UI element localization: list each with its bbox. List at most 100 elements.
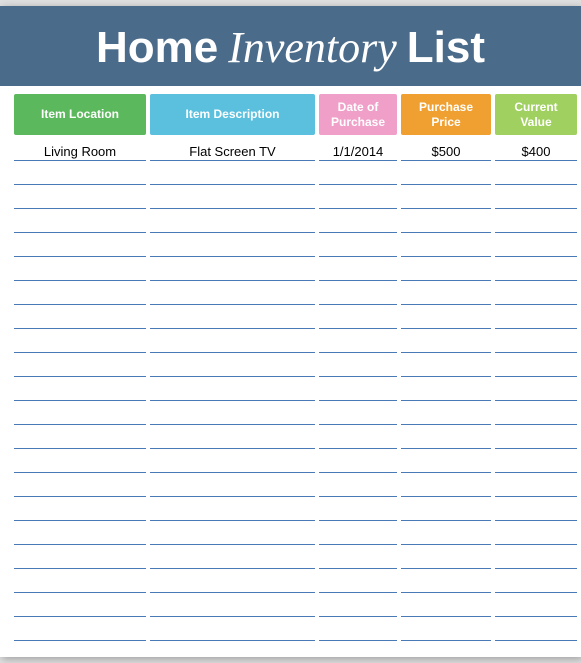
cell-value xyxy=(495,355,577,377)
cell-description xyxy=(150,379,315,401)
table-row xyxy=(14,211,567,233)
cell-price xyxy=(401,571,491,593)
column-headers: Item LocationItem DescriptionDate of Pur… xyxy=(14,94,567,135)
cell-value xyxy=(495,571,577,593)
cell-price xyxy=(401,331,491,353)
cell-value xyxy=(495,211,577,233)
cell-description: Flat Screen TV xyxy=(150,139,315,161)
page-title: Home Inventory List xyxy=(20,24,561,72)
cell-value xyxy=(495,523,577,545)
cell-price xyxy=(401,427,491,449)
table-row xyxy=(14,595,567,617)
cell-location: Living Room xyxy=(14,139,146,161)
table-row xyxy=(14,403,567,425)
cell-location xyxy=(14,403,146,425)
cell-value xyxy=(495,307,577,329)
cell-location xyxy=(14,499,146,521)
cell-value xyxy=(495,187,577,209)
cell-location xyxy=(14,331,146,353)
table-row xyxy=(14,547,567,569)
table-row xyxy=(14,283,567,305)
cell-value xyxy=(495,499,577,521)
cell-value xyxy=(495,475,577,497)
page-container: Home Inventory List Item LocationItem De… xyxy=(0,6,581,657)
cell-description xyxy=(150,475,315,497)
cell-price xyxy=(401,499,491,521)
cell-value xyxy=(495,163,577,185)
table-row xyxy=(14,379,567,401)
table-row xyxy=(14,307,567,329)
cell-date xyxy=(319,379,397,401)
col-header-description: Item Description xyxy=(150,94,315,135)
cell-price xyxy=(401,379,491,401)
cell-location xyxy=(14,547,146,569)
data-rows: Living RoomFlat Screen TV1/1/2014$500$40… xyxy=(14,139,567,643)
cell-date xyxy=(319,355,397,377)
cell-description xyxy=(150,499,315,521)
cell-price xyxy=(401,307,491,329)
cell-price xyxy=(401,235,491,257)
title-home: Home xyxy=(96,24,218,72)
cell-description xyxy=(150,163,315,185)
cell-location xyxy=(14,571,146,593)
col-header-price: Purchase Price xyxy=(401,94,491,135)
cell-date: 1/1/2014 xyxy=(319,139,397,161)
table-row xyxy=(14,475,567,497)
table-row xyxy=(14,523,567,545)
table-row xyxy=(14,187,567,209)
table-row xyxy=(14,355,567,377)
cell-value xyxy=(495,451,577,473)
cell-location xyxy=(14,211,146,233)
cell-location xyxy=(14,235,146,257)
page-header: Home Inventory List xyxy=(0,6,581,86)
cell-date xyxy=(319,451,397,473)
title-list: List xyxy=(407,24,485,72)
cell-description xyxy=(150,283,315,305)
cell-location xyxy=(14,451,146,473)
cell-date xyxy=(319,211,397,233)
cell-description xyxy=(150,259,315,281)
cell-date xyxy=(319,547,397,569)
cell-description xyxy=(150,571,315,593)
cell-price xyxy=(401,355,491,377)
cell-price xyxy=(401,595,491,617)
table-row: Living RoomFlat Screen TV1/1/2014$500$40… xyxy=(14,139,567,161)
cell-description xyxy=(150,595,315,617)
cell-value xyxy=(495,547,577,569)
cell-date xyxy=(319,595,397,617)
cell-location xyxy=(14,259,146,281)
cell-description xyxy=(150,523,315,545)
cell-location xyxy=(14,307,146,329)
cell-location xyxy=(14,427,146,449)
table-row xyxy=(14,331,567,353)
cell-price: $500 xyxy=(401,139,491,161)
cell-location xyxy=(14,619,146,641)
cell-price xyxy=(401,211,491,233)
col-header-location: Item Location xyxy=(14,94,146,135)
cell-date xyxy=(319,619,397,641)
cell-price xyxy=(401,259,491,281)
cell-value xyxy=(495,427,577,449)
cell-description xyxy=(150,547,315,569)
cell-value xyxy=(495,619,577,641)
cell-date xyxy=(319,259,397,281)
cell-value: $400 xyxy=(495,139,577,161)
cell-description xyxy=(150,307,315,329)
table-container: Item LocationItem DescriptionDate of Pur… xyxy=(0,94,581,657)
cell-location xyxy=(14,523,146,545)
cell-location xyxy=(14,187,146,209)
cell-date xyxy=(319,403,397,425)
cell-date xyxy=(319,331,397,353)
cell-description xyxy=(150,187,315,209)
cell-date xyxy=(319,499,397,521)
cell-date xyxy=(319,163,397,185)
cell-date xyxy=(319,283,397,305)
cell-description xyxy=(150,403,315,425)
cell-value xyxy=(495,595,577,617)
cell-description xyxy=(150,235,315,257)
cell-date xyxy=(319,307,397,329)
table-row xyxy=(14,163,567,185)
cell-value xyxy=(495,331,577,353)
cell-date xyxy=(319,475,397,497)
cell-value xyxy=(495,283,577,305)
